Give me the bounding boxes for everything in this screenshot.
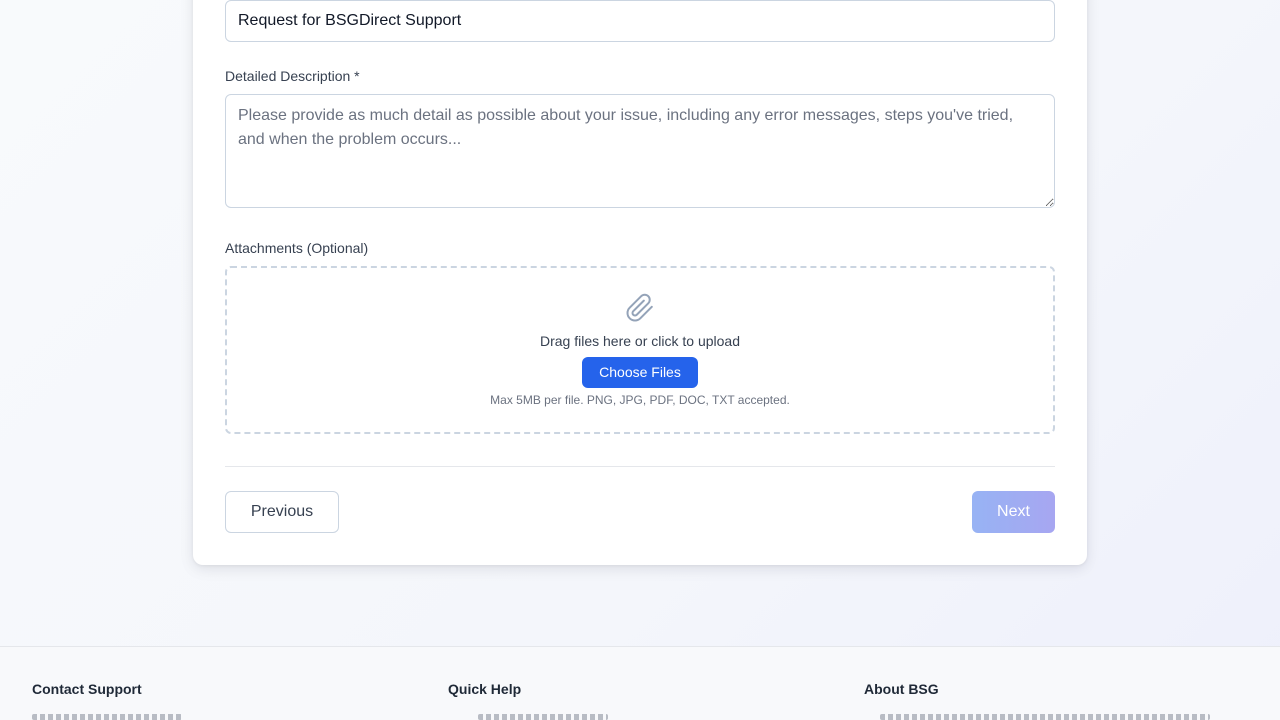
previous-button[interactable]: Previous	[225, 491, 339, 533]
footer-contact-text-cropped	[32, 714, 182, 720]
form-divider	[225, 466, 1055, 467]
subject-input[interactable]	[225, 0, 1055, 42]
description-label: Detailed Description *	[225, 68, 360, 84]
description-textarea[interactable]	[225, 94, 1055, 208]
footer-contact-support-title: Contact Support	[32, 681, 142, 697]
file-hint-text: Max 5MB per file. PNG, JPG, PDF, DOC, TX…	[490, 393, 790, 407]
footer-about-text-cropped	[880, 714, 1210, 720]
next-button[interactable]: Next	[972, 491, 1055, 533]
footer	[0, 646, 1280, 720]
footer-quick-help-text-cropped	[478, 714, 608, 720]
footer-about-bsg-title: About BSG	[864, 681, 939, 697]
footer-quick-help-title: Quick Help	[448, 681, 522, 697]
choose-files-button[interactable]: Choose Files	[582, 357, 698, 388]
paperclip-icon	[625, 292, 655, 324]
dropzone-text: Drag files here or click to upload	[540, 333, 740, 349]
attachments-label: Attachments (Optional)	[225, 240, 369, 256]
